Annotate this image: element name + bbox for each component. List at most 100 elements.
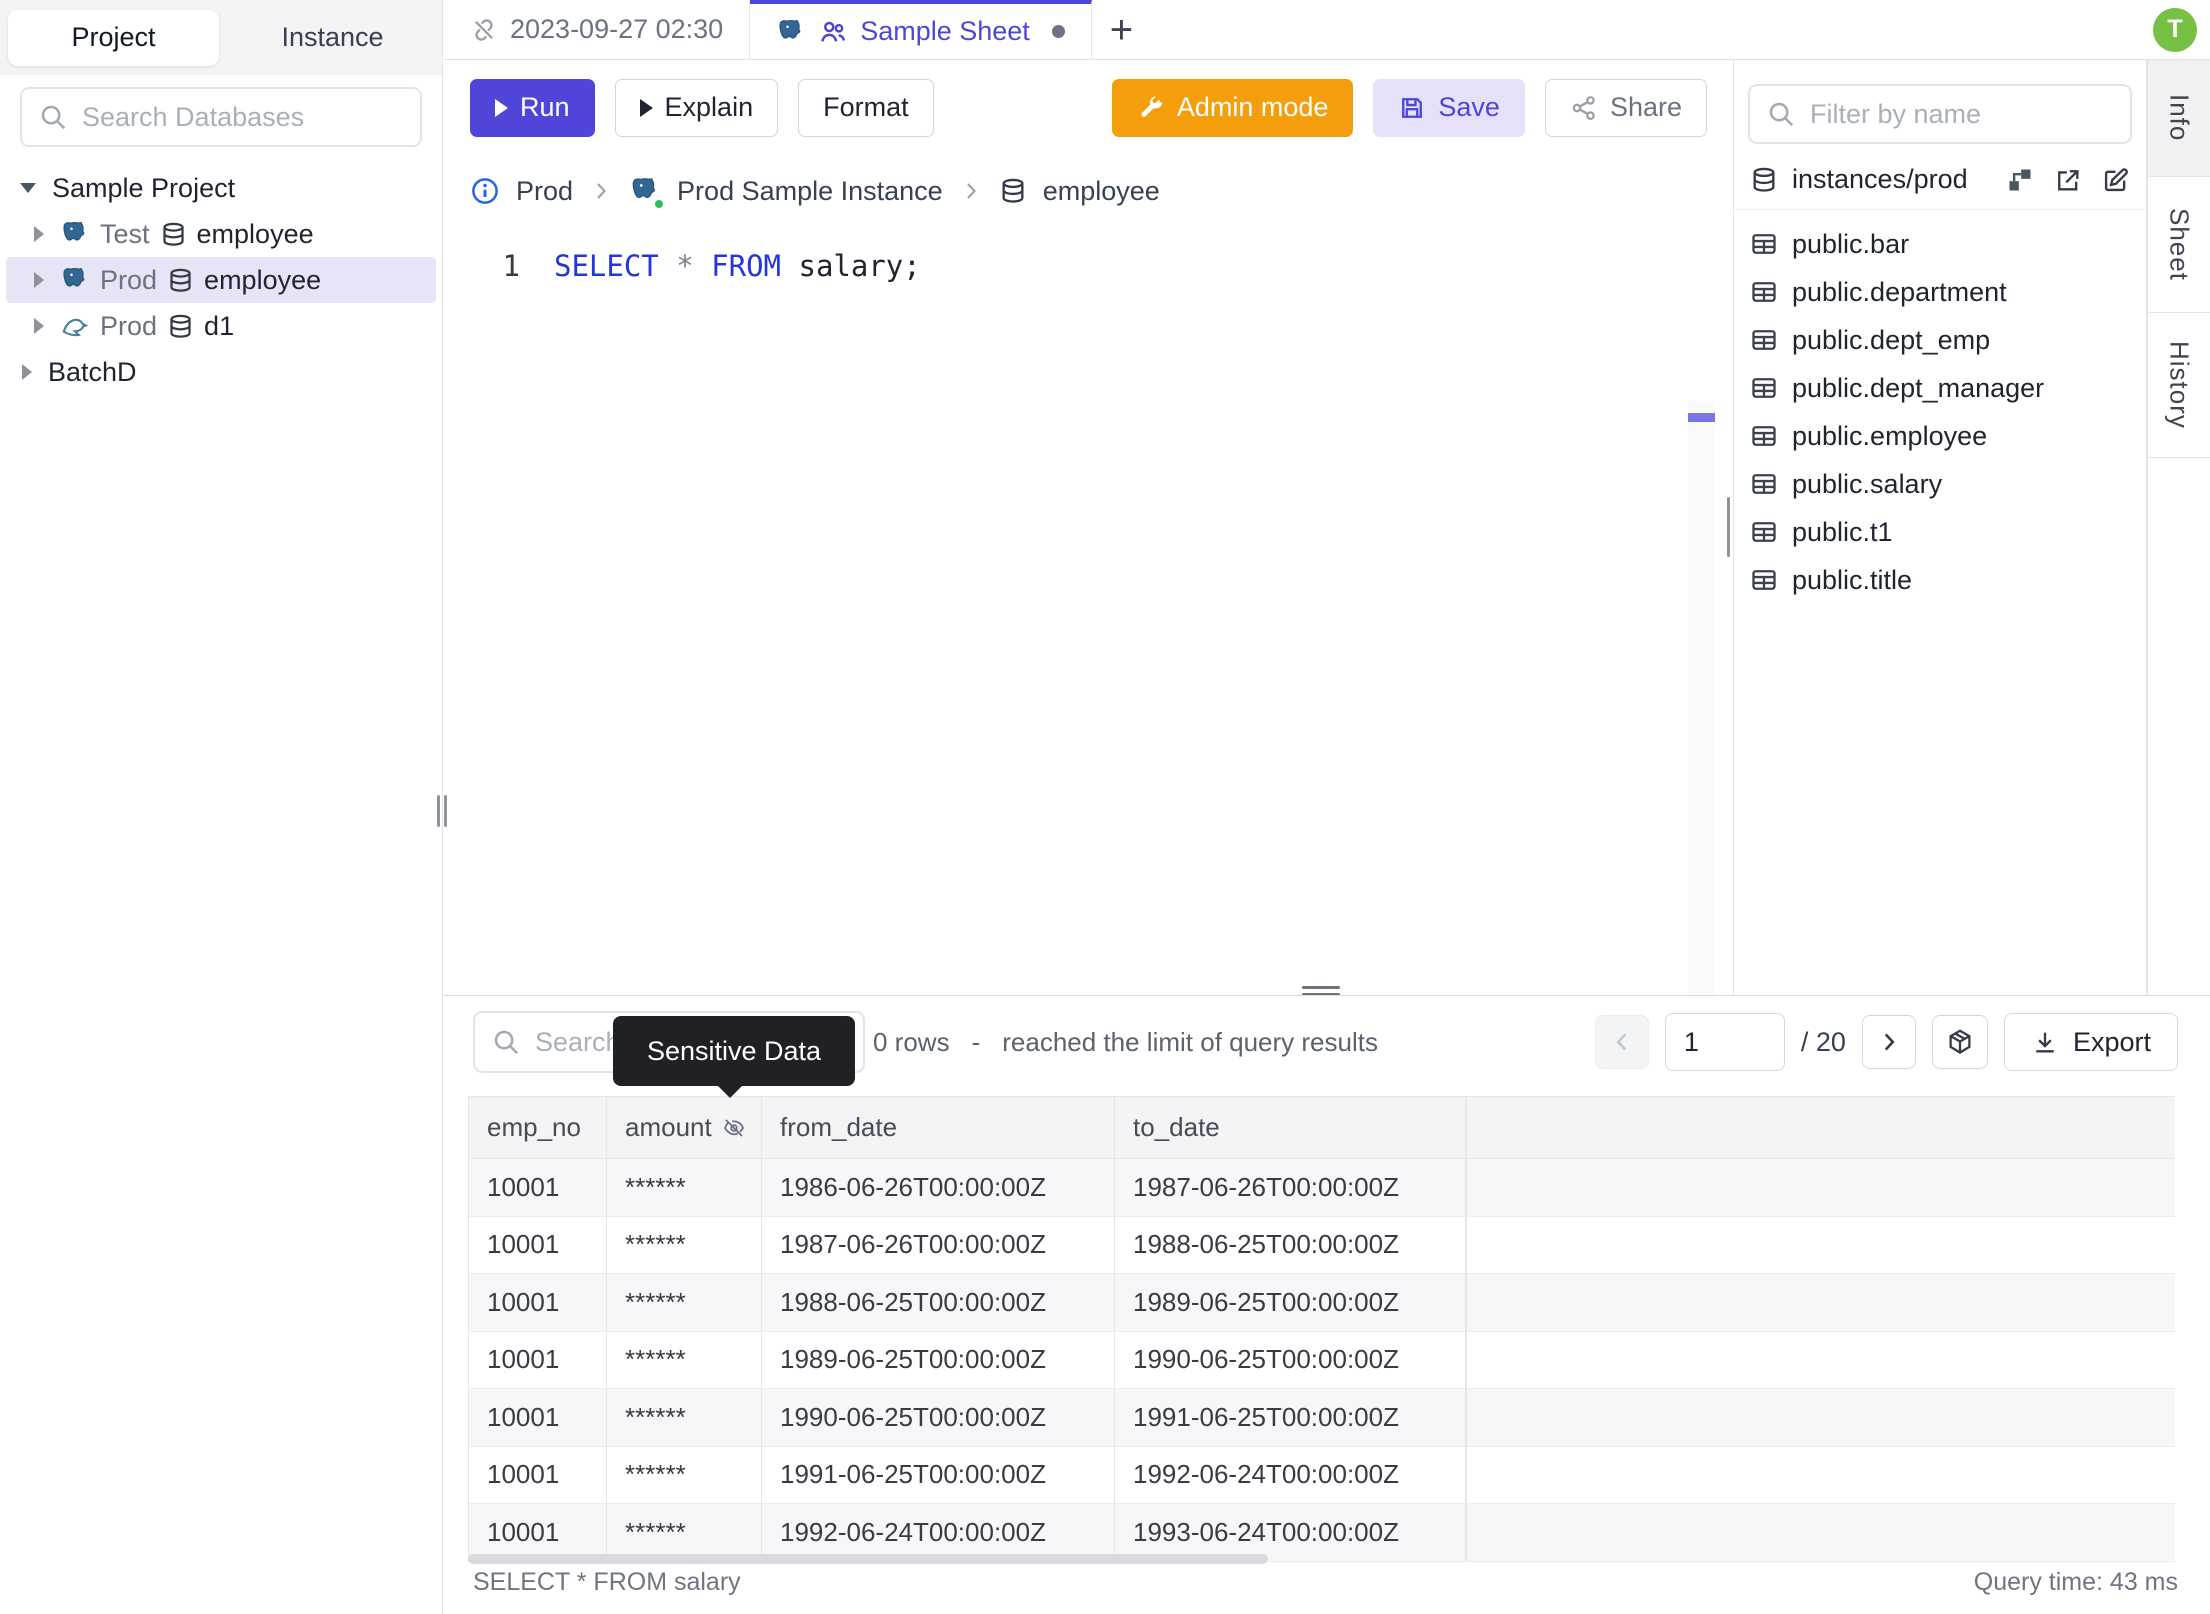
table-item[interactable]: public.title [1740,556,2140,604]
cell: 1992-06-24T00:00:00Z [1114,1446,1466,1503]
cube-icon [1949,1029,1971,1054]
admin-mode-button[interactable]: Admin mode [1111,78,1354,137]
sql-identifier: salary; [798,249,921,283]
cell: 10001 [468,1159,606,1216]
breadcrumb-instance[interactable]: Prod Sample Instance [677,176,943,207]
tree-item-test-employee[interactable]: Test employee [6,211,436,257]
next-page-button[interactable] [1861,1015,1916,1069]
tab-label: Sample Sheet [860,16,1030,46]
prev-page-button[interactable] [1594,1015,1649,1069]
tab-project[interactable]: Project [8,9,219,66]
filter-placeholder: Filter by name [1810,98,1982,129]
chevron-down-icon[interactable] [20,183,36,193]
sidebar-splitter-handle[interactable] [437,795,447,827]
database-icon [162,222,184,246]
filter-tables-input[interactable]: Filter by name [1748,84,2132,144]
unsaved-dot-icon [1051,25,1065,38]
search-icon [1769,102,1794,127]
schema-panel: Filter by name instances/prod public.bar… [1734,60,2147,995]
sql-editor-app: Project Instance Search Databases Sample… [0,0,2210,1614]
tree-item-prod-d1[interactable]: Prod d1 [6,303,436,349]
share-button[interactable]: Share [1544,78,1707,137]
download-icon [2036,1032,2054,1053]
tree-item-batchd[interactable]: BatchD [6,349,436,395]
schema-diagram-icon[interactable] [2006,166,2034,194]
dash: - [971,1026,981,1057]
database-path: instances/prod [1792,164,1968,194]
eye-off-icon[interactable] [722,1116,746,1140]
postgresql-icon [63,221,85,241]
column-header[interactable]: emp_no [468,1097,606,1158]
breadcrumb-environment[interactable]: Prod [516,176,573,207]
editor-scrollbar[interactable] [1688,401,1715,1021]
rows-info: 0 rows - reached the limit of query resu… [873,1027,1378,1058]
cell-empty [1466,1274,2175,1331]
cell: 10001 [468,1504,606,1561]
save-button[interactable]: Save [1373,78,1525,137]
explain-button[interactable]: Explain [614,78,779,137]
external-link-icon[interactable] [2054,166,2082,194]
left-sidebar: Project Instance Search Databases Sample… [0,0,443,1614]
cell: 1993-06-24T00:00:00Z [1114,1504,1466,1561]
database-icon [170,314,191,338]
project-label: Sample Project [52,172,236,203]
tab-label: 2023-09-27 02:30 [510,14,724,44]
chevron-right-icon [966,183,976,199]
table-item[interactable]: public.salary [1740,460,2140,508]
table-item[interactable]: public.department [1740,268,2140,316]
results-search-placeholder: Search [535,1026,621,1057]
data-cube-button[interactable] [1931,1015,1988,1069]
chevron-right-icon[interactable] [34,272,44,288]
table-row: 10001 ****** 1987-06-26T00:00:00Z 1988-06-2… [468,1216,2175,1274]
column-header[interactable]: amount [606,1097,761,1158]
side-tab-info[interactable]: Info [2148,60,2210,177]
add-sheet-button[interactable]: + [1110,10,1133,50]
table-icon [1752,282,1776,302]
info-icon[interactable] [470,176,500,206]
postgresql-icon [63,267,85,287]
tree-item-sample-project[interactable]: Sample Project [6,165,436,211]
tooltip-arrow [717,1085,743,1098]
pagination: / 20 Export [1594,1013,2178,1071]
tree-item-prod-employee-selected[interactable]: Prod employee [6,257,436,303]
chevron-right-icon[interactable] [34,318,44,334]
table-item[interactable]: public.bar [1740,220,2140,268]
table-item[interactable]: public.dept_emp [1740,316,2140,364]
breadcrumb-database[interactable]: employee [1043,176,1160,207]
tab-instance[interactable]: Instance [227,10,438,66]
table-item[interactable]: public.t1 [1740,508,2140,556]
run-button[interactable]: Run [470,78,595,137]
column-header[interactable]: from_date [761,1097,1114,1158]
avatar[interactable]: T [2153,7,2197,52]
code-line: 1 SELECT * FROM salary; [444,241,1733,291]
table-item[interactable]: public.dept_manager [1740,364,2140,412]
side-tab-sheet[interactable]: Sheet [2148,177,2210,313]
query-time: Query time: 43 ms [1973,1568,2178,1596]
cell-empty [1466,1446,2175,1503]
table-icon [1752,234,1776,254]
page-number-input[interactable] [1664,1013,1785,1071]
export-button[interactable]: Export [2003,1013,2178,1071]
cell-empty [1466,1216,2175,1273]
sql-editor[interactable]: 1 SELECT * FROM salary; [444,241,1733,1021]
table-icon [1752,474,1776,494]
line-number: 1 [502,249,520,283]
database-search-input[interactable]: Search Databases [20,87,422,147]
side-tab-history[interactable]: History [2148,313,2210,458]
edit-icon[interactable] [2102,166,2130,194]
cell-masked: ****** [606,1274,761,1331]
horizontal-scrollbar[interactable] [468,1554,1268,1564]
table-item[interactable]: public.employee [1740,412,2140,460]
tab-history-sheet[interactable]: 2023-09-27 02:30 [444,0,751,59]
page-total: / 20 [1800,1026,1846,1057]
table-row: 10001 ****** 1986-06-26T00:00:00Z 1987-06-2… [468,1159,2175,1217]
table-icon [1752,570,1776,590]
environment-label: Prod [100,310,158,341]
chevron-right-icon[interactable] [34,226,44,242]
column-header[interactable]: to_date [1114,1097,1466,1158]
format-button[interactable]: Format [798,78,934,137]
database-name: d1 [204,310,235,341]
tab-sample-sheet[interactable]: Sample Sheet [750,0,1092,59]
chevron-right-icon[interactable] [22,364,32,380]
cell-masked: ****** [606,1504,761,1561]
